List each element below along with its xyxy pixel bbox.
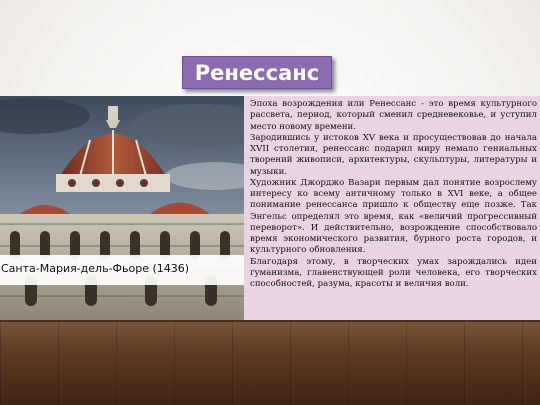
wooden-floor (0, 322, 540, 405)
floor-edge (0, 320, 540, 322)
paragraph: Зародившись у истоков XV века и просущес… (250, 132, 537, 177)
body-text: Эпоха возрождения или Ренессанс - это вр… (250, 99, 537, 290)
paragraph: Благодаря этому, в творческих умах зарож… (250, 256, 537, 290)
title-box: Ренессанс (182, 56, 332, 89)
slide-title: Ренессанс (194, 60, 320, 85)
cathedral-illustration (0, 96, 244, 320)
paragraph: Художник Джорджо Вазари первым дал понят… (250, 177, 537, 256)
photo-caption: Санта-Мария-дель-Фьоре (1436) (1, 262, 190, 275)
paragraph: Эпоха возрождения или Ренессанс - это вр… (250, 99, 537, 132)
cathedral-photo (0, 96, 244, 320)
